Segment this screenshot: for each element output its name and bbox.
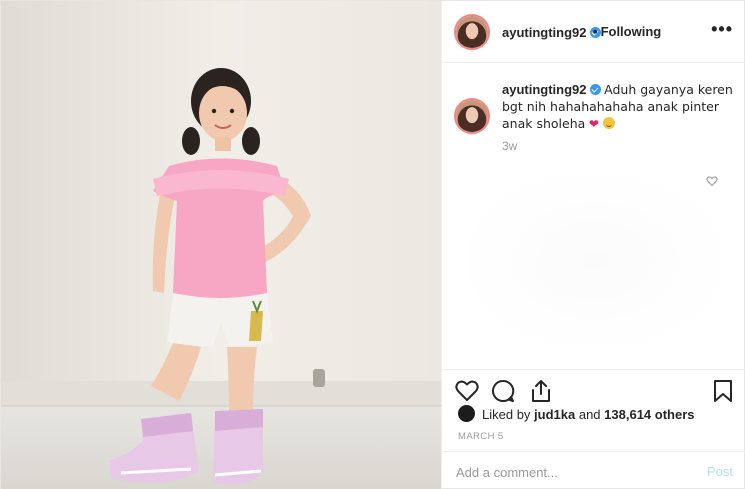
- caption-avatar-icon[interactable]: [454, 98, 490, 134]
- small-heart-icon[interactable]: [706, 175, 718, 187]
- comment-bar: Post: [442, 451, 745, 489]
- instagram-post: ayutingting92 • Following ••• ayutingting…: [0, 0, 745, 489]
- share-icon[interactable]: [528, 378, 554, 404]
- avatar-image: [456, 16, 488, 48]
- caption-username[interactable]: ayutingting92: [502, 82, 587, 97]
- comments-area: [452, 161, 737, 361]
- likes-text[interactable]: Liked by jud1ka and 138,614 others: [482, 407, 695, 422]
- verified-badge-icon: [589, 84, 601, 95]
- liker-count[interactable]: 138,614 others: [604, 407, 694, 422]
- post-side-panel: ayutingting92 • Following ••• ayutingting…: [441, 1, 745, 489]
- action-bar: [442, 369, 745, 409]
- caption-avatar-image: [456, 100, 488, 132]
- following-status[interactable]: • Following: [593, 24, 661, 39]
- post-date[interactable]: MARCH 5: [458, 431, 504, 442]
- post-comment-button[interactable]: Post: [707, 464, 733, 479]
- post-header: ayutingting92 • Following •••: [442, 1, 745, 63]
- liker-avatar-icon[interactable]: [458, 405, 475, 422]
- header-username[interactable]: ayutingting92: [502, 25, 587, 40]
- follow-separator: •: [593, 24, 598, 39]
- comment-input[interactable]: [456, 462, 686, 482]
- comment-bubble-icon[interactable]: [490, 378, 516, 404]
- caption-time[interactable]: 3w: [502, 139, 517, 153]
- more-options-icon[interactable]: •••: [711, 19, 733, 40]
- profile-avatar-icon[interactable]: [454, 14, 490, 50]
- red-heart-emoji-icon: ❤: [588, 117, 599, 131]
- first-liker[interactable]: jud1ka: [534, 407, 575, 422]
- post-photo[interactable]: [1, 1, 441, 489]
- liked-and: and: [575, 407, 605, 422]
- photo-illustration: [1, 1, 441, 489]
- bookmark-icon[interactable]: [710, 378, 736, 404]
- post-caption: ayutingting92 Aduh gayanya keren bgt nih…: [502, 81, 734, 133]
- liked-by-prefix: Liked by: [482, 407, 535, 422]
- smiling-emoji-icon: [602, 117, 615, 129]
- following-label[interactable]: Following: [601, 24, 662, 39]
- header-user: ayutingting92: [502, 24, 601, 42]
- heart-icon[interactable]: [454, 378, 480, 404]
